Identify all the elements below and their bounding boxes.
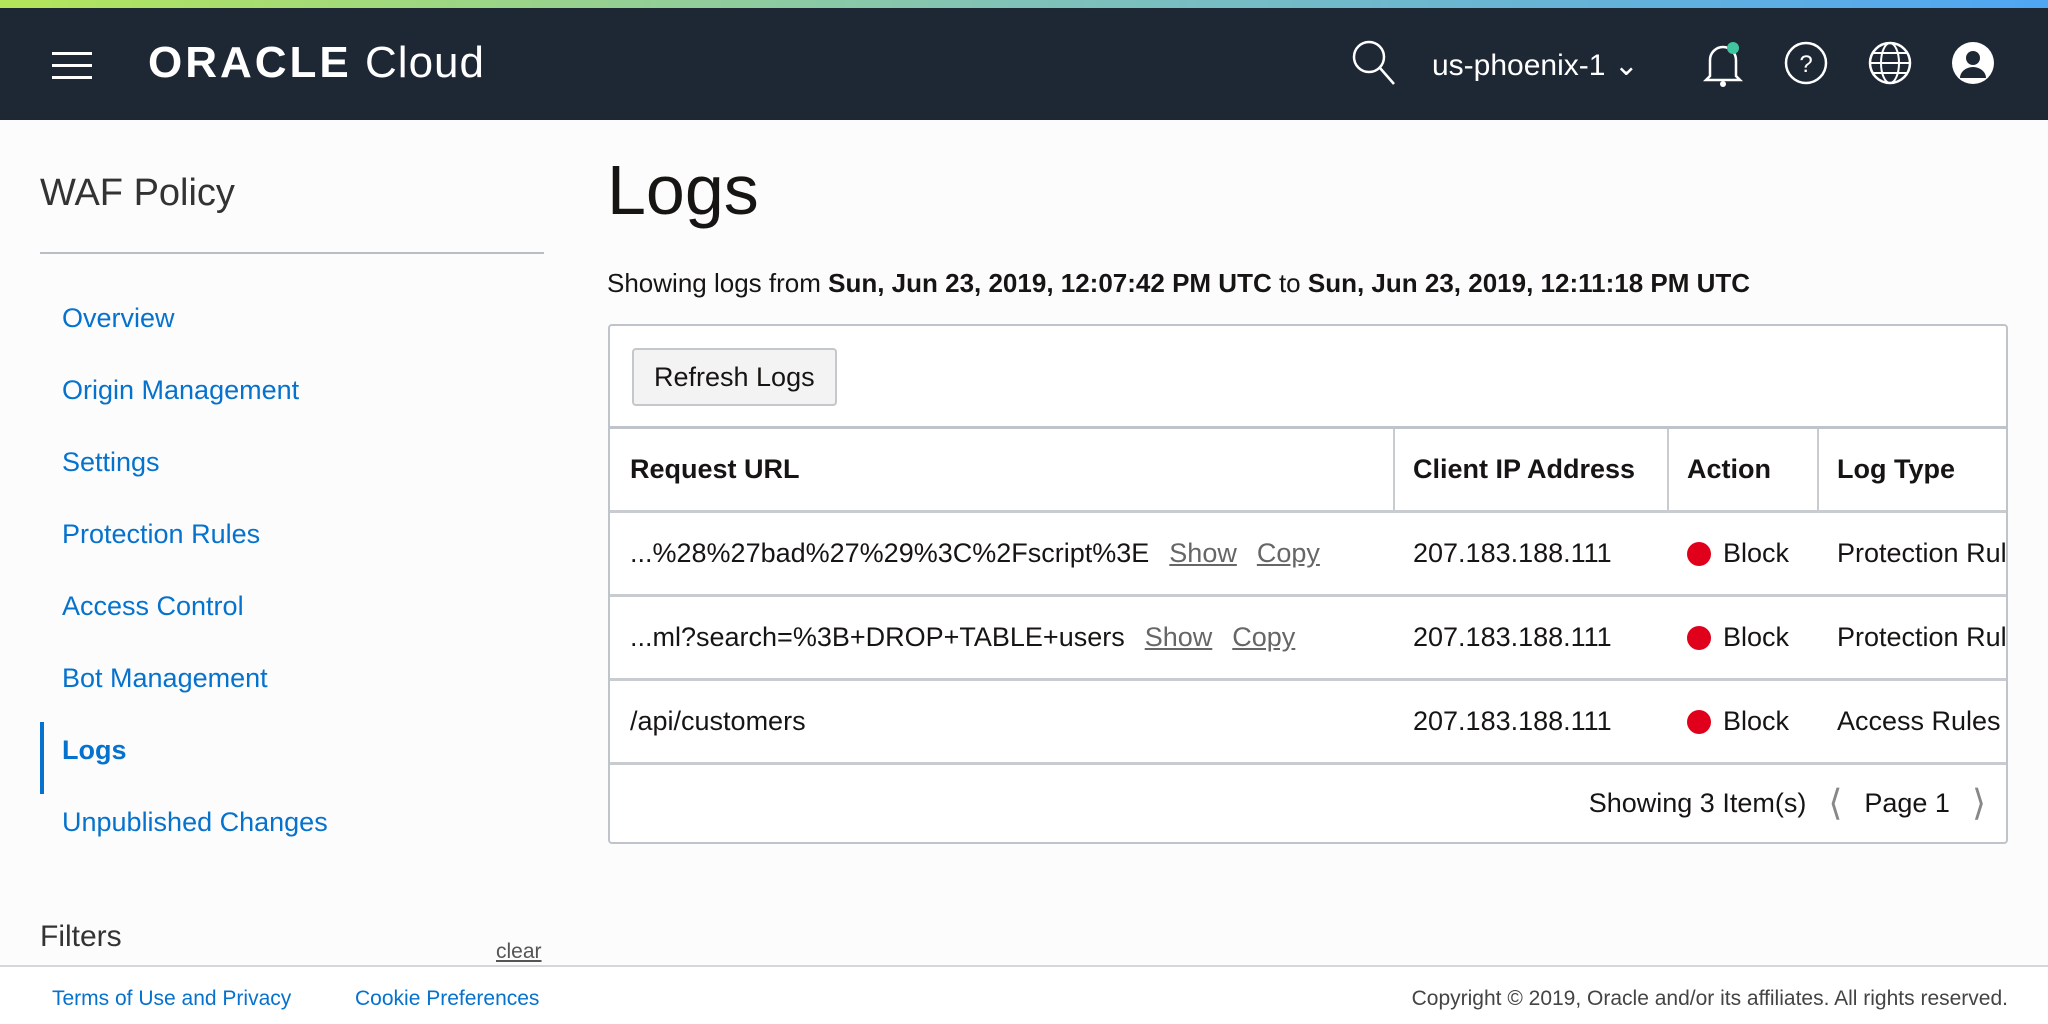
bell-icon[interactable]: [1700, 38, 1746, 88]
log-time-range: Showing logs from Sun, Jun 23, 2019, 12:…: [607, 268, 1750, 299]
search-icon[interactable]: [1350, 38, 1396, 88]
page-title: Logs: [607, 151, 759, 229]
table-toolbar: Refresh Logs: [610, 326, 2006, 429]
filters-heading: Filters: [40, 920, 122, 953]
help-icon[interactable]: ?: [1783, 38, 1829, 88]
globe-icon[interactable]: [1867, 38, 1913, 88]
cookie-preferences-link[interactable]: Cookie Preferences: [355, 987, 539, 1011]
sidebar-item-protection-rules[interactable]: Protection Rules: [40, 506, 560, 578]
sidebar-divider: [40, 252, 544, 254]
action: Block: [1723, 538, 1790, 568]
sidebar-item-unpublished-changes[interactable]: Unpublished Changes: [40, 794, 560, 866]
logs-table: Refresh Logs Request URL Client IP Addre…: [608, 324, 2008, 844]
pagination: Showing 3 Item(s) ⟨ Page 1 ⟩: [1589, 782, 1986, 824]
table-header-row: Request URL Client IP Address Action Log…: [610, 429, 2006, 513]
column-header-client-ip[interactable]: Client IP Address: [1395, 429, 1669, 510]
sidebar-item-logs[interactable]: Logs: [40, 722, 560, 794]
chevron-left-icon[interactable]: ⟨: [1828, 782, 1842, 824]
sidebar-item-overview[interactable]: Overview: [40, 290, 560, 362]
region-label: us-phoenix-1: [1432, 49, 1606, 82]
column-header-action[interactable]: Action: [1669, 429, 1819, 510]
block-status-icon: [1687, 709, 1711, 734]
logo-product: Cloud: [365, 38, 485, 87]
copy-link[interactable]: Copy: [1257, 538, 1320, 569]
log-type: Access Rules: [1837, 706, 2001, 736]
page-indicator: Page 1: [1864, 787, 1950, 818]
table-row: /api/customers 207.183.188.111 Block Acc…: [610, 681, 2006, 765]
log-type: Protection Rules: [1837, 622, 2006, 652]
oracle-cloud-logo[interactable]: ORACLE Cloud: [148, 38, 485, 88]
request-url: /api/customers: [630, 706, 806, 736]
copy-link[interactable]: Copy: [1232, 622, 1295, 653]
action: Block: [1723, 706, 1790, 736]
sidebar-item-bot-management[interactable]: Bot Management: [40, 650, 560, 722]
show-link[interactable]: Show: [1169, 538, 1237, 569]
copyright: Copyright © 2019, Oracle and/or its affi…: [1411, 987, 2008, 1010]
client-ip: 207.183.188.111: [1413, 706, 1612, 736]
svg-text:?: ?: [1799, 51, 1812, 78]
table-row: ...ml?search=%3B+DROP+TABLE+users Show Cop…: [610, 597, 2006, 681]
action: Block: [1723, 622, 1790, 652]
logo-brand: ORACLE: [148, 38, 352, 87]
sidebar-item-access-control[interactable]: Access Control: [40, 578, 560, 650]
column-header-log-type[interactable]: Log Type: [1819, 429, 2006, 510]
range-prefix: Showing logs from: [607, 268, 829, 298]
region-selector[interactable]: us-phoenix-1 ⌄: [1432, 48, 1639, 83]
client-ip: 207.183.188.111: [1413, 622, 1612, 652]
range-mid: to: [1271, 268, 1308, 298]
sidebar-nav: Overview Origin Management Settings Prot…: [40, 290, 560, 866]
top-header: ORACLE Cloud us-phoenix-1 ⌄ ?: [0, 8, 2048, 120]
refresh-logs-button[interactable]: Refresh Logs: [632, 348, 837, 406]
clear-filters-link[interactable]: clear: [496, 940, 542, 964]
user-avatar-icon[interactable]: [1950, 38, 1996, 88]
log-type: Protection Rules: [1837, 538, 2006, 568]
block-status-icon: [1687, 625, 1711, 650]
sidebar-item-settings[interactable]: Settings: [40, 434, 560, 506]
show-link[interactable]: Show: [1145, 622, 1213, 653]
column-header-request-url[interactable]: Request URL: [610, 429, 1395, 510]
client-ip: 207.183.188.111: [1413, 538, 1612, 568]
request-url: ...ml?search=%3B+DROP+TABLE+users: [630, 622, 1125, 652]
item-count: Showing 3 Item(s): [1588, 787, 1807, 818]
range-to: Sun, Jun 23, 2019, 12:11:18 PM UTC: [1307, 268, 1751, 298]
request-url: ...%28%27bad%27%29%3C%2Fscript%3E: [630, 538, 1150, 568]
footer: Terms of Use and Privacy Cookie Preferen…: [0, 965, 2048, 1024]
terms-link[interactable]: Terms of Use and Privacy: [52, 987, 291, 1011]
chevron-down-icon: ⌄: [1613, 49, 1639, 82]
table-row: ...%28%27bad%27%29%3C%2Fscript%3E Show Cop…: [610, 513, 2006, 597]
block-status-icon: [1687, 541, 1711, 566]
sidebar-item-origin-management[interactable]: Origin Management: [40, 362, 560, 434]
sidebar-title: WAF Policy: [40, 172, 235, 214]
chevron-right-icon[interactable]: ⟩: [1972, 782, 1986, 824]
hamburger-menu-icon[interactable]: [52, 52, 92, 80]
brand-gradient-bar: [0, 0, 2048, 8]
range-from: Sun, Jun 23, 2019, 12:07:42 PM UTC: [828, 268, 1272, 298]
